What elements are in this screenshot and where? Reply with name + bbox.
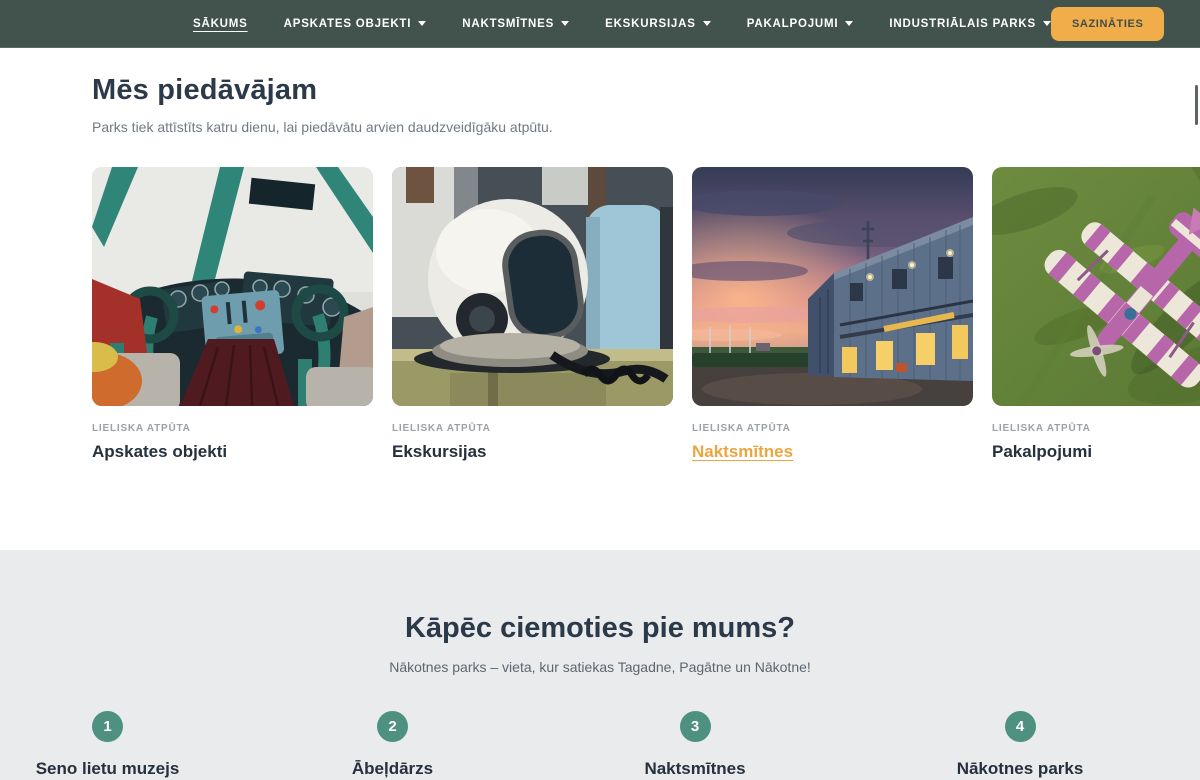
main-navbar: SĀKUMS APSKATES OBJEKTI NAKTSMĪTNES EKSK… xyxy=(0,0,1200,48)
offers-title: Mēs piedāvājam xyxy=(92,74,1200,107)
card-eyebrow: LIELISKA ATPŪTA xyxy=(692,423,973,434)
feature-naktsmitnes: 3 Naktsmītnes "Pūpoli" svinībām un lielā… xyxy=(585,711,805,780)
card-title-ekskursijas[interactable]: Ekskursijas xyxy=(392,442,487,462)
offers-subtitle: Parks tiek attīstīts katru dienu, lai pi… xyxy=(92,119,1200,135)
airplane-cockpit-image[interactable] xyxy=(92,167,373,406)
offer-card-naktsmitnes: LIELISKA ATPŪTA Naktsmītnes xyxy=(692,167,973,462)
contact-button[interactable]: SAZINĀTIES xyxy=(1051,7,1164,41)
nav-item-naktsmitnes[interactable]: NAKTSMĪTNES xyxy=(462,18,569,30)
offers-section: Mēs piedāvājam Parks tiek attīstīts katr… xyxy=(0,48,1200,462)
feature-title: Nākotnes parks xyxy=(855,759,1185,779)
why-visit-section: Kāpēc ciemoties pie mums? Nākotnes parks… xyxy=(0,550,1200,780)
card-title-pakalpojumi[interactable]: Pakalpojumi xyxy=(992,442,1092,462)
card-eyebrow: LIELISKA ATPŪTA xyxy=(92,423,373,434)
nav-menu: SĀKUMS APSKATES OBJEKTI NAKTSMĪTNES EKSK… xyxy=(193,18,1051,30)
scrollbar-thumb[interactable] xyxy=(1195,85,1198,125)
nav-item-apskates-objekti[interactable]: APSKATES OBJEKTI xyxy=(284,18,427,30)
chevron-down-icon xyxy=(703,21,711,26)
card-title-naktsmitnes-link[interactable]: Naktsmītnes xyxy=(692,442,793,462)
nav-item-industrialais-parks[interactable]: INDUSTRIĀLAIS PARKS xyxy=(889,18,1051,30)
feature-number-badge: 2 xyxy=(377,711,408,742)
card-eyebrow: LIELISKA ATPŪTA xyxy=(992,423,1200,434)
offer-card-pakalpojumi: LIELISKA ATPŪTA Pakalpojumi xyxy=(992,167,1200,462)
offer-card-apskates-objekti: LIELISKA ATPŪTA Apskates objekti xyxy=(92,167,373,462)
feature-title: Seno lietu muzejs xyxy=(15,759,200,779)
features-row: 1 Seno lietu muzejs Vieta, kur vecāki at… xyxy=(0,711,1200,780)
space-helmet-image[interactable] xyxy=(392,167,673,406)
chevron-down-icon xyxy=(418,21,426,26)
nav-item-pakalpojumi[interactable]: PAKALPOJUMI xyxy=(747,18,854,30)
chevron-down-icon xyxy=(845,21,853,26)
why-subtitle: Nākotnes parks – vieta, kur satiekas Tag… xyxy=(0,659,1200,675)
card-eyebrow: LIELISKA ATPŪTA xyxy=(392,423,673,434)
feature-seno-lietu-muzejs: 1 Seno lietu muzejs Vieta, kur vecāki at… xyxy=(15,711,200,780)
feature-title: Ābeļdārzs xyxy=(250,759,535,779)
offer-card-ekskursijas: LIELISKA ATPŪTA Ekskursijas xyxy=(392,167,673,462)
why-title: Kāpēc ciemoties pie mums? xyxy=(0,612,1200,645)
offer-cards-row: LIELISKA ATPŪTA Apskates objekti xyxy=(92,167,1200,462)
card-title-apskates-objekti[interactable]: Apskates objekti xyxy=(92,442,227,462)
feature-nakotnes-parks: 4 Nākotnes parks Vieta, kur vienuviet ie… xyxy=(855,711,1185,780)
feature-number-badge: 4 xyxy=(1005,711,1036,742)
nav-item-ekskursijas[interactable]: EKSKURSIJAS xyxy=(605,18,711,30)
pink-biplane-aerial-image[interactable] xyxy=(992,167,1200,406)
chevron-down-icon xyxy=(561,21,569,26)
nav-item-sakums[interactable]: SĀKUMS xyxy=(193,18,248,30)
chevron-down-icon xyxy=(1043,21,1051,26)
guesthouse-sunset-image[interactable] xyxy=(692,167,973,406)
feature-title: Naktsmītnes xyxy=(585,759,805,779)
feature-number-badge: 1 xyxy=(92,711,123,742)
feature-abeldarzs: 2 Ābeļdārzs Mierpilna oāze romantiskām p… xyxy=(250,711,535,780)
feature-number-badge: 3 xyxy=(680,711,711,742)
